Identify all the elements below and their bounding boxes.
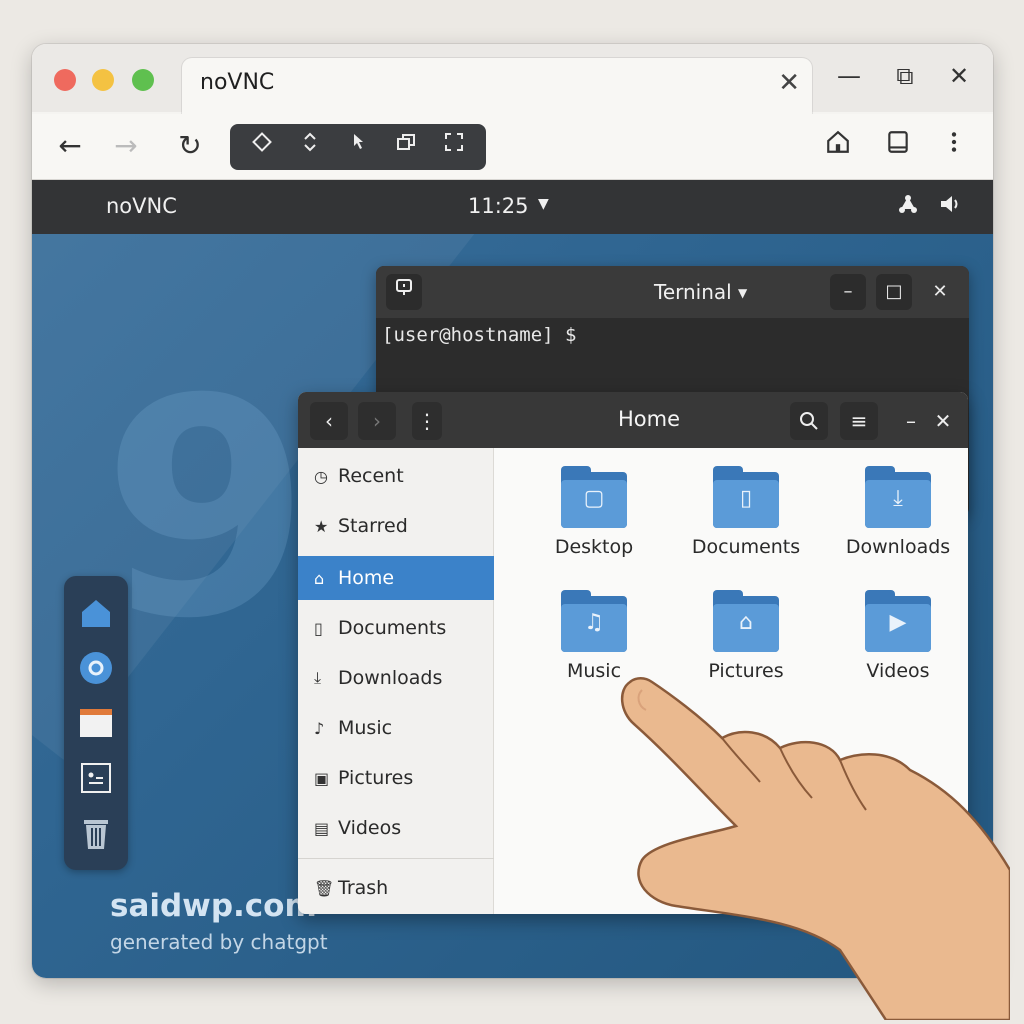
folder-label: Downloads bbox=[845, 536, 951, 558]
document-icon: ▯ bbox=[739, 486, 753, 511]
desktop-icon: ▢ bbox=[583, 486, 605, 511]
wallpaper-logo: 9 bbox=[102, 335, 311, 684]
minimize-icon[interactable]: — bbox=[834, 62, 864, 90]
sidebar-item-videos[interactable]: ▤ Videos bbox=[298, 806, 494, 850]
minimize-icon[interactable]: – bbox=[830, 274, 866, 310]
desktop-topbar: noVNC 11:25 ▼ bbox=[32, 180, 993, 234]
sidebar-item-downloads[interactable]: ⤓ Downloads bbox=[298, 656, 494, 700]
maximize-icon[interactable]: □ bbox=[876, 274, 912, 310]
dock-terminal-icon[interactable] bbox=[78, 760, 114, 796]
forward-icon[interactable]: › bbox=[358, 402, 396, 440]
dock bbox=[64, 576, 128, 870]
updown-icon[interactable] bbox=[293, 130, 327, 164]
clock-icon: ◷ bbox=[314, 466, 328, 486]
sidebar-item-pictures[interactable]: ▣ Pictures bbox=[298, 756, 494, 800]
sidebar-item-trash[interactable]: 🗑 Trash bbox=[298, 866, 494, 910]
watermark-site: saidwp.com bbox=[110, 888, 317, 924]
tablet-icon[interactable] bbox=[878, 126, 918, 166]
watermark-note: generated by chatgpt bbox=[110, 930, 328, 954]
windows-icon[interactable] bbox=[389, 130, 423, 164]
dock-trash-icon[interactable] bbox=[78, 815, 114, 851]
close-window-dot[interactable] bbox=[54, 69, 76, 91]
browser-titlebar: noVNC ✕ — ⧉ ✕ bbox=[32, 44, 993, 114]
home-icon[interactable] bbox=[818, 126, 858, 166]
cursor-icon[interactable] bbox=[341, 130, 375, 164]
terminal-header[interactable]: Terninal ▼ – □ ✕ bbox=[376, 266, 969, 318]
sidebar-item-label: Home bbox=[338, 567, 395, 589]
topbar-title: noVNC bbox=[106, 194, 177, 218]
video-icon: ▤ bbox=[314, 818, 330, 838]
fullscreen-icon[interactable] bbox=[437, 130, 471, 164]
picture-icon: ▣ bbox=[314, 768, 330, 788]
restore-icon[interactable]: ⧉ bbox=[890, 62, 920, 90]
reload-icon[interactable]: ↻ bbox=[170, 126, 210, 166]
folder-documents[interactable]: ▯ Documents bbox=[676, 466, 816, 558]
forward-icon[interactable]: → bbox=[106, 126, 146, 166]
browser-navbar: ← → ↻ bbox=[32, 114, 993, 180]
sidebar-item-documents[interactable]: ▯ Documents bbox=[298, 606, 494, 650]
sidebar-item-label: Starred bbox=[338, 515, 408, 537]
download-icon: ⤓ bbox=[893, 486, 903, 511]
dock-home-icon[interactable] bbox=[78, 595, 114, 631]
dock-settings-icon[interactable] bbox=[78, 650, 114, 686]
download-icon: ⤓ bbox=[314, 668, 322, 687]
tab-title: noVNC bbox=[200, 70, 275, 95]
topbar-clock[interactable]: 11:25 bbox=[468, 194, 529, 218]
sidebar-item-label: Recent bbox=[338, 465, 404, 487]
folder-icon: ▯ bbox=[713, 466, 779, 528]
back-icon[interactable]: ‹ bbox=[310, 402, 348, 440]
network-icon[interactable] bbox=[896, 192, 920, 222]
trash-icon: 🗑 bbox=[314, 878, 335, 898]
novnc-toolbar bbox=[230, 124, 486, 170]
more-icon[interactable] bbox=[934, 126, 974, 166]
terminal-prompt[interactable]: [user@hostname] $ bbox=[382, 324, 576, 346]
terminal-menu-icon[interactable] bbox=[386, 274, 422, 310]
sidebar-item-label: Pictures bbox=[338, 767, 414, 789]
search-icon[interactable] bbox=[790, 402, 828, 440]
chevron-down-icon[interactable]: ▼ bbox=[738, 286, 747, 300]
diamond-icon[interactable] bbox=[245, 130, 279, 164]
maximize-window-dot[interactable] bbox=[132, 69, 154, 91]
more-icon[interactable]: ⋮ bbox=[412, 402, 442, 440]
folder-label: Documents bbox=[691, 536, 801, 558]
sidebar-item-label: Trash bbox=[338, 877, 389, 899]
sidebar-item-music[interactable]: ♪ Music bbox=[298, 706, 494, 750]
document-icon: ▯ bbox=[314, 618, 323, 638]
sidebar-divider bbox=[298, 858, 494, 859]
chevron-down-icon[interactable]: ▼ bbox=[538, 196, 549, 212]
minimize-window-dot[interactable] bbox=[92, 69, 114, 91]
back-icon[interactable]: ← bbox=[50, 126, 90, 166]
sidebar-item-home[interactable]: ⌂ Home bbox=[298, 556, 494, 600]
pointing-hand-illustration bbox=[621, 677, 1010, 1020]
close-icon[interactable]: ✕ bbox=[924, 402, 962, 440]
sidebar-item-label: Documents bbox=[338, 617, 447, 639]
sidebar-item-label: Music bbox=[338, 717, 393, 739]
file-manager-sidebar: ◷ Recent ★ Starred ⌂ Home ▯ Documents ⤓ bbox=[298, 448, 494, 914]
hamburger-menu-icon[interactable]: ≡ bbox=[840, 402, 878, 440]
close-icon[interactable]: ✕ bbox=[922, 274, 958, 310]
music-icon: ♪ bbox=[314, 718, 325, 738]
home-icon: ⌂ bbox=[314, 568, 325, 588]
sidebar-item-starred[interactable]: ★ Starred bbox=[298, 504, 494, 548]
folder-desktop[interactable]: ▢ Desktop bbox=[524, 466, 664, 558]
folder-label: Desktop bbox=[554, 536, 634, 558]
star-icon: ★ bbox=[314, 516, 329, 536]
folder-downloads[interactable]: ⤓ Downloads bbox=[828, 466, 968, 558]
terminal-title: Terninal bbox=[654, 280, 732, 304]
tab-close-icon[interactable]: ✕ bbox=[778, 68, 800, 98]
folder-icon: ⤓ bbox=[865, 466, 931, 528]
sidebar-item-label: Downloads bbox=[338, 667, 443, 689]
file-manager-header[interactable]: ‹ › ⋮ Home ≡ – ✕ bbox=[298, 392, 968, 448]
sidebar-item-recent[interactable]: ◷ Recent bbox=[298, 454, 494, 498]
sidebar-item-label: Videos bbox=[338, 817, 402, 839]
close-icon[interactable]: ✕ bbox=[944, 62, 974, 90]
file-manager-title: Home bbox=[618, 407, 681, 431]
volume-icon[interactable] bbox=[938, 192, 964, 222]
browser-tab[interactable]: noVNC ✕ bbox=[182, 58, 812, 114]
folder-icon: ▢ bbox=[561, 466, 627, 528]
dock-browser-icon[interactable] bbox=[78, 705, 114, 741]
